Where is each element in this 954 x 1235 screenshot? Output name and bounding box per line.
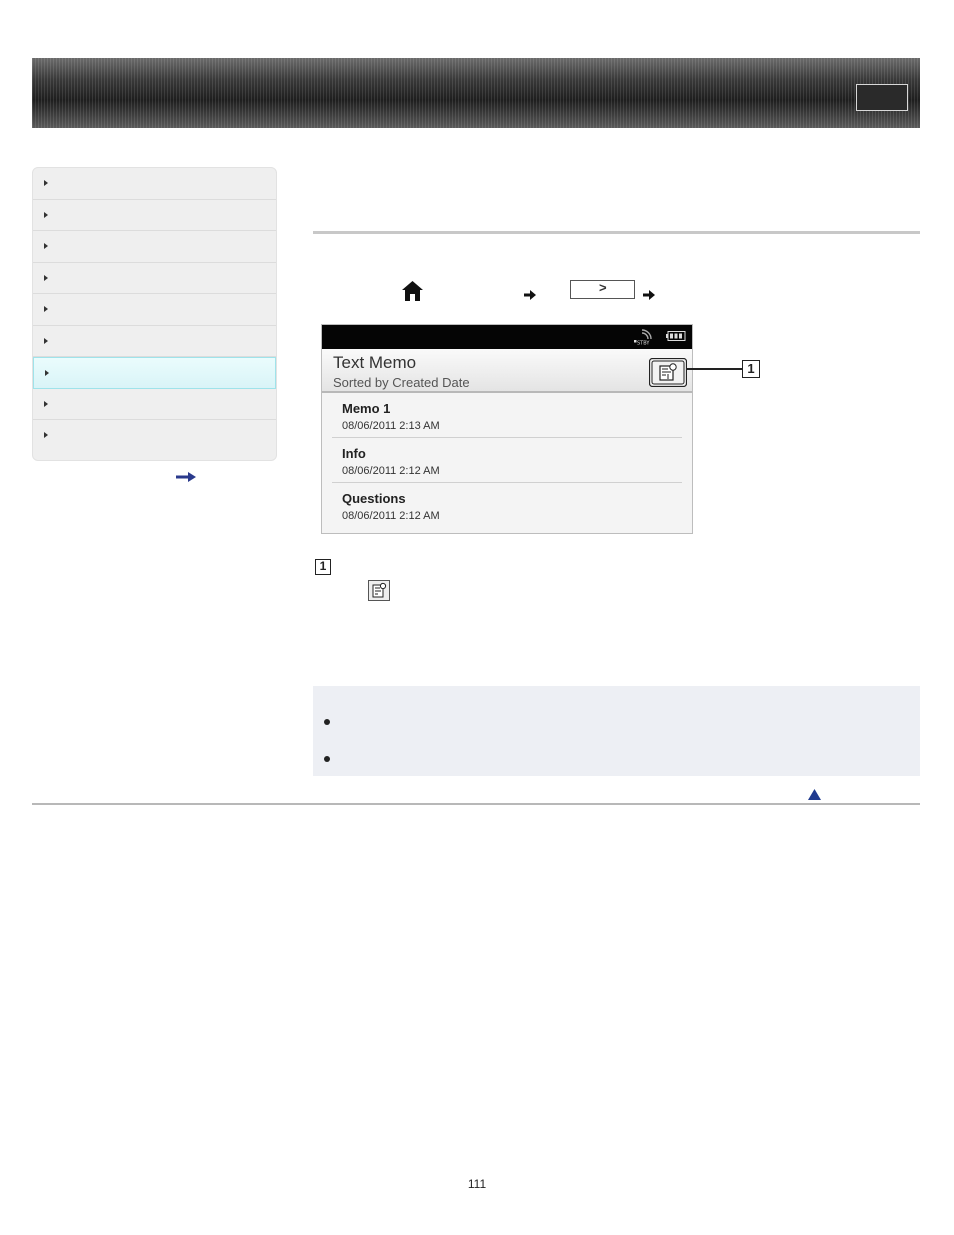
- back-to-top-icon[interactable]: [808, 789, 821, 800]
- next-page-button[interactable]: >: [570, 280, 635, 299]
- battery-icon: [666, 331, 686, 341]
- callout-number: 1: [315, 559, 331, 575]
- device-subtitle: Sorted by Created Date: [333, 375, 470, 390]
- bullet-arrow-icon: [44, 432, 48, 438]
- list-item[interactable]: Info 08/06/2011 2:12 AM: [332, 438, 682, 483]
- sidebar-item[interactable]: [33, 263, 276, 294]
- home-icon: [402, 281, 423, 301]
- new-memo-icon[interactable]: [649, 358, 687, 387]
- footer-divider: [32, 803, 920, 805]
- memo-name: Info: [342, 446, 366, 461]
- device-screenshot: STBY Text Memo Sorted by Created Date Me…: [321, 324, 693, 534]
- list-item[interactable]: Memo 1 08/06/2011 2:13 AM: [332, 393, 682, 438]
- callout-number: 1: [742, 360, 760, 378]
- header-banner: [32, 58, 920, 128]
- memo-list: Memo 1 08/06/2011 2:13 AM Info 08/06/201…: [322, 393, 692, 527]
- note-box: [313, 686, 920, 776]
- section-divider: [313, 231, 920, 234]
- list-item[interactable]: Questions 08/06/2011 2:12 AM: [332, 483, 682, 527]
- bullet-dot: [324, 719, 330, 725]
- bullet-dot: [324, 756, 330, 762]
- bullet-arrow-icon: [44, 211, 48, 218]
- page-number: 111: [467, 1177, 487, 1191]
- stby-icon: STBY: [634, 329, 652, 346]
- bullet-arrow-icon: [44, 274, 48, 281]
- new-memo-icon: [368, 580, 390, 601]
- bullet-arrow-icon: [44, 306, 48, 312]
- sidebar-item[interactable]: [33, 389, 276, 420]
- sidebar-nav: [32, 167, 277, 461]
- memo-name: Questions: [342, 491, 406, 506]
- bullet-arrow-icon: [44, 400, 48, 407]
- sidebar-item[interactable]: [33, 168, 276, 200]
- sidebar-item[interactable]: [33, 231, 276, 263]
- bullet-arrow-icon: [44, 180, 48, 186]
- right-arrow-icon[interactable]: [176, 472, 196, 482]
- right-arrow-icon: [643, 290, 655, 300]
- device-title: Text Memo: [333, 353, 417, 372]
- sidebar-item[interactable]: [33, 200, 276, 231]
- bullet-arrow-icon: [45, 370, 49, 376]
- bullet-arrow-icon: [44, 337, 48, 344]
- sidebar-item-active[interactable]: [33, 357, 276, 389]
- memo-date: 08/06/2011 2:13 AM: [342, 420, 440, 432]
- sidebar-item[interactable]: [33, 326, 276, 357]
- sidebar-item[interactable]: [33, 294, 276, 326]
- device-title-bar: Text Memo Sorted by Created Date: [322, 349, 692, 393]
- svg-text:STBY: STBY: [637, 341, 650, 346]
- header-button[interactable]: [856, 84, 908, 111]
- bullet-arrow-icon: [44, 243, 48, 249]
- callout-line: [686, 368, 742, 370]
- right-arrow-icon: [524, 290, 536, 300]
- memo-name: Memo 1: [342, 401, 391, 416]
- memo-date: 08/06/2011 2:12 AM: [342, 510, 440, 522]
- status-bar: STBY: [322, 325, 692, 349]
- sidebar-item[interactable]: [33, 420, 276, 452]
- memo-date: 08/06/2011 2:12 AM: [342, 465, 440, 477]
- chevron-right-icon: >: [599, 280, 607, 295]
